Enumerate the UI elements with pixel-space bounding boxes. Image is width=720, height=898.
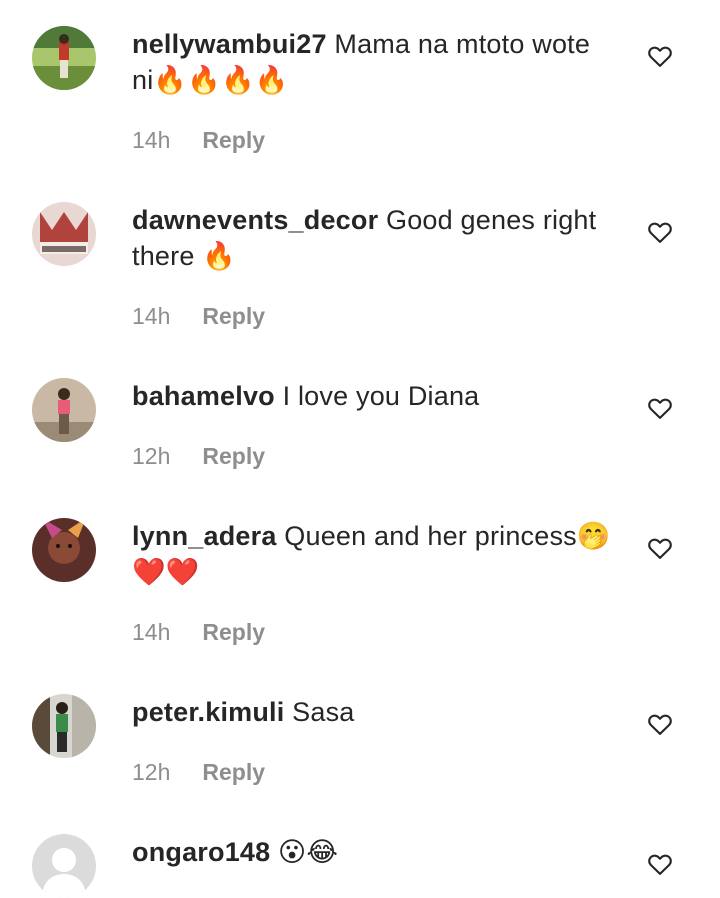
comment-timestamp: 14h bbox=[132, 303, 171, 329]
heart-icon bbox=[648, 538, 672, 559]
default-avatar-icon bbox=[32, 834, 96, 898]
avatar[interactable] bbox=[32, 518, 96, 582]
reply-button[interactable]: Reply bbox=[202, 303, 265, 329]
comment-body: bahamelvo I love you Diana bbox=[132, 378, 612, 414]
heart-icon bbox=[648, 46, 672, 67]
user-photo-icon bbox=[32, 518, 96, 582]
avatar[interactable] bbox=[32, 694, 96, 758]
avatar[interactable] bbox=[32, 834, 96, 898]
comment-username[interactable]: bahamelvo bbox=[132, 381, 275, 411]
comment-timestamp: 14h bbox=[132, 619, 171, 645]
comment-timestamp: 12h bbox=[132, 759, 171, 785]
reply-button[interactable]: Reply bbox=[202, 759, 265, 785]
comment-meta: 14h Reply bbox=[132, 302, 265, 330]
comment-meta: 12h Reply bbox=[132, 758, 265, 786]
comment-username[interactable]: dawnevents_decor bbox=[132, 205, 378, 235]
comment-username[interactable]: nellywambui27 bbox=[132, 29, 327, 59]
heart-icon bbox=[648, 222, 672, 243]
user-photo-icon bbox=[32, 26, 96, 90]
heart-icon bbox=[648, 398, 672, 419]
like-button[interactable] bbox=[646, 710, 674, 738]
comment-text: I love you Diana bbox=[282, 381, 480, 411]
reply-button[interactable]: Reply bbox=[202, 127, 265, 153]
like-button[interactable] bbox=[646, 394, 674, 422]
like-button[interactable] bbox=[646, 42, 674, 70]
comment-body: nellywambui27 Mama na mtoto wote ni🔥🔥🔥🔥 bbox=[132, 26, 612, 98]
user-photo-icon bbox=[32, 378, 96, 442]
comment-text: 😮😂 bbox=[278, 837, 339, 867]
comment-body: lynn_adera Queen and her princess🤭❤️❤️ bbox=[132, 518, 612, 590]
comment-username[interactable]: peter.kimuli bbox=[132, 697, 284, 727]
comment-username[interactable]: lynn_adera bbox=[132, 521, 277, 551]
comment-body: ongaro148 😮😂 bbox=[132, 834, 612, 870]
avatar[interactable] bbox=[32, 202, 96, 266]
avatar[interactable] bbox=[32, 378, 96, 442]
user-photo-icon bbox=[32, 694, 96, 758]
comment-meta: 12h Reply bbox=[132, 442, 265, 470]
like-button[interactable] bbox=[646, 534, 674, 562]
comment-username[interactable]: ongaro148 bbox=[132, 837, 270, 867]
comment-text: Sasa bbox=[292, 697, 355, 727]
avatar[interactable] bbox=[32, 26, 96, 90]
reply-button[interactable]: Reply bbox=[202, 443, 265, 469]
reply-button[interactable]: Reply bbox=[202, 619, 265, 645]
decor-photo-icon bbox=[32, 202, 96, 266]
heart-icon bbox=[648, 854, 672, 875]
comment-timestamp: 14h bbox=[132, 127, 171, 153]
like-button[interactable] bbox=[646, 850, 674, 878]
comment-body: dawnevents_decor Good genes right there … bbox=[132, 202, 612, 274]
like-button[interactable] bbox=[646, 218, 674, 246]
comment-meta: 14h Reply bbox=[132, 618, 265, 646]
comment-meta: 14h Reply bbox=[132, 126, 265, 154]
comment-timestamp: 12h bbox=[132, 443, 171, 469]
heart-icon bbox=[648, 714, 672, 735]
comment-body: peter.kimuli Sasa bbox=[132, 694, 612, 730]
